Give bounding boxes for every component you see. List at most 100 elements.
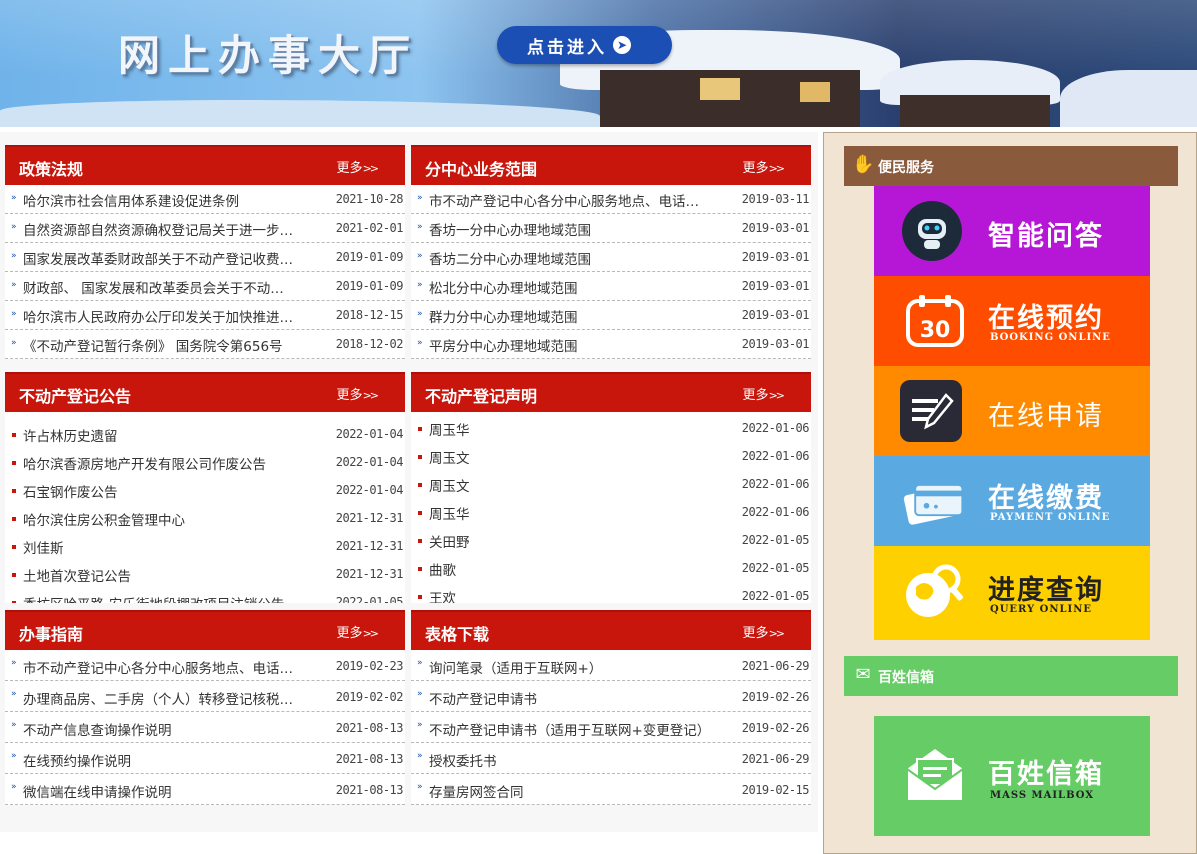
list-item-title[interactable]: 在线预约操作说明 [23,750,311,770]
list-item-title[interactable]: 哈尔滨香源房地产开发有限公司作废公告 [23,453,311,473]
list-item-title[interactable]: 哈尔滨住房公积金管理中心 [23,509,311,529]
mailbox-button[interactable]: 百姓信箱 MASS MAILBOX [874,716,1150,836]
list-item-title[interactable]: 周玉华 [429,419,717,439]
list-item[interactable]: » 平房分中心办理地域范围 2019-03-01 [411,330,811,359]
list-item[interactable]: » 存量房网签合同 2019-02-15 [411,774,811,805]
list-item[interactable]: 刘佳斯 2021-12-31 [5,532,405,560]
list-item[interactable]: 曲歌 2022-01-05 [411,554,811,582]
list-item[interactable]: » 哈尔滨市人民政府办公厅印发关于加快推进… 2018-12-15 [5,301,405,330]
list-item-date: 2022-01-06 [741,477,810,491]
list-item-title[interactable]: 香坊二分中心办理地域范围 [429,248,717,268]
list-item-title[interactable]: 自然资源部自然资源确权登记局关于进一步… [23,219,311,239]
list-item-title[interactable]: 办理商品房、二手房（个人）转移登记核税… [23,688,311,708]
list-item-title[interactable]: 周玉文 [429,447,717,467]
list-item-title[interactable]: 存量房网签合同 [429,781,717,801]
list-item-title[interactable]: 国家发展改革委财政部关于不动产登记收费… [23,248,311,268]
more-link[interactable]: 更多>> [337,157,380,176]
list-item-title[interactable]: 香坊区哈平路-安乐街地段棚改项目注销公告 [23,593,311,603]
more-link[interactable]: 更多>> [337,384,380,403]
list-item[interactable]: » 办理商品房、二手房（个人）转移登记核税… 2019-02-02 [5,681,405,712]
list-item[interactable]: 周玉华 2022-01-06 [411,498,811,526]
list-item[interactable]: 王欢 2022-01-05 [411,582,811,603]
list-item[interactable]: » 不动产信息查询操作说明 2021-08-13 [5,712,405,743]
list-item-title[interactable]: 市不动产登记中心各分中心服务地点、电话… [429,190,717,210]
service-qa[interactable]: 智能问答 [874,186,1150,276]
more-link[interactable]: 更多>> [743,157,786,176]
list-item[interactable]: 周玉华 2022-01-06 [411,414,811,442]
list-item-title[interactable]: 不动产信息查询操作说明 [23,719,311,739]
list-item-title[interactable]: 哈尔滨市社会信用体系建设促进条例 [23,190,311,210]
service-sublabel: BOOKING ONLINE [990,332,1111,343]
list-item-title[interactable]: 土地首次登记公告 [23,565,311,585]
list-item[interactable]: 土地首次登记公告 2021-12-31 [5,560,405,588]
bullet-dot-icon [12,461,16,465]
list-item-title[interactable]: 市不动产登记中心各分中心服务地点、电话… [23,657,311,677]
list-item-title[interactable]: 微信端在线申请操作说明 [23,781,311,801]
list-item[interactable]: » 询问笔录（适用于互联网+） 2021-06-29 [411,650,811,681]
list-item[interactable]: 周玉文 2022-01-06 [411,470,811,498]
list-item[interactable]: » 松北分中心办理地域范围 2019-03-01 [411,272,811,301]
list-item[interactable]: » 《不动产登记暂行条例》 国务院令第656号 2018-12-02 [5,330,405,359]
bullet-arrow-icon: » [417,720,423,730]
list-item-title[interactable]: 刘佳斯 [23,537,311,557]
list-item[interactable]: » 授权委托书 2021-06-29 [411,743,811,774]
list-item[interactable]: » 自然资源部自然资源确权登记局关于进一步… 2021-02-01 [5,214,405,243]
list-item-title[interactable]: 周玉文 [429,475,717,495]
list-item[interactable]: » 在线预约操作说明 2021-08-13 [5,743,405,774]
list-item-date: 2022-01-04 [335,455,404,469]
list-item-date: 2021-02-01 [335,221,404,235]
bullet-arrow-icon: » [11,222,17,232]
list-item[interactable]: 香坊区哈平路-安乐街地段棚改项目注销公告 2022-01-05 [5,588,405,603]
list-item[interactable]: » 微信端在线申请操作说明 2021-08-13 [5,774,405,805]
panel-header: 分中心业务范围 更多>> [411,145,811,185]
list-item-date: 2022-01-05 [741,561,810,575]
list-item[interactable]: » 市不动产登记中心各分中心服务地点、电话… 2019-03-11 [411,185,811,214]
more-link[interactable]: 更多>> [743,384,786,403]
list-item-title[interactable]: 不动产登记申请书（适用于互联网+变更登记） [429,719,717,739]
list-item[interactable]: » 国家发展改革委财政部关于不动产登记收费… 2019-01-09 [5,243,405,272]
list-item-date: 2022-01-05 [335,595,404,603]
list-item[interactable]: » 群力分中心办理地域范围 2019-03-01 [411,301,811,330]
list-item-title[interactable]: 群力分中心办理地域范围 [429,306,717,326]
list-item[interactable]: » 香坊一分中心办理地域范围 2019-03-01 [411,214,811,243]
list-item-title[interactable]: 曲歌 [429,559,717,579]
list-item-date: 2021-06-29 [741,752,810,766]
list-item-title[interactable]: 平房分中心办理地域范围 [429,335,717,355]
enter-button[interactable]: 点击进入 ➤ [497,26,672,64]
list-item[interactable]: 石宝钢作废公告 2022-01-04 [5,476,405,504]
banner-title: 网上办事大厅 [118,31,419,80]
list-item-date: 2021-12-31 [335,567,404,581]
list-item-title[interactable]: 询问笔录（适用于互联网+） [429,657,717,677]
more-link[interactable]: 更多>> [337,622,380,641]
list-item[interactable]: » 不动产登记申请书 2019-02-26 [411,681,811,712]
more-link[interactable]: 更多>> [743,622,786,641]
list-item[interactable]: » 不动产登记申请书（适用于互联网+变更登记） 2019-02-26 [411,712,811,743]
list-item[interactable]: » 哈尔滨市社会信用体系建设促进条例 2021-10-28 [5,185,405,214]
list-item[interactable]: 许占林历史遗留 2022-01-04 [5,420,405,448]
list-item-title[interactable]: 香坊一分中心办理地域范围 [429,219,717,239]
list-item-title[interactable]: 关田野 [429,531,717,551]
service-booking[interactable]: 30 在线预约 BOOKING ONLINE [874,276,1150,366]
service-apply[interactable]: 在线申请 [874,366,1150,456]
list-item-title[interactable]: 不动产登记申请书 [429,688,717,708]
service-query[interactable]: 进度查询 QUERY ONLINE [874,546,1150,640]
bullet-arrow-icon: » [11,720,17,730]
list-item[interactable]: » 市不动产登记中心各分中心服务地点、电话… 2019-02-23 [5,650,405,681]
list-item-date: 2022-01-05 [741,589,810,603]
list-item-title[interactable]: 《不动产登记暂行条例》 国务院令第656号 [23,335,311,355]
list-item-title[interactable]: 周玉华 [429,503,717,523]
list-item-title[interactable]: 授权委托书 [429,750,717,770]
list-item[interactable]: 哈尔滨香源房地产开发有限公司作废公告 2022-01-04 [5,448,405,476]
list-item-title[interactable]: 松北分中心办理地域范围 [429,277,717,297]
list-item-title[interactable]: 许占林历史遗留 [23,425,311,445]
list-item[interactable]: » 财政部、 国家发展和改革委员会关于不动… 2019-01-09 [5,272,405,301]
list-item-title[interactable]: 王欢 [429,587,717,603]
list-item-title[interactable]: 石宝钢作废公告 [23,481,311,501]
list-item[interactable]: 关田野 2022-01-05 [411,526,811,554]
list-item-title[interactable]: 财政部、 国家发展和改革委员会关于不动… [23,277,311,297]
list-item-title[interactable]: 哈尔滨市人民政府办公厅印发关于加快推进… [23,306,311,326]
list-item[interactable]: » 香坊二分中心办理地域范围 2019-03-01 [411,243,811,272]
list-item[interactable]: 周玉文 2022-01-06 [411,442,811,470]
list-item[interactable]: 哈尔滨住房公积金管理中心 2021-12-31 [5,504,405,532]
service-payment[interactable]: 在线缴费 PAYMENT ONLINE [874,456,1150,546]
